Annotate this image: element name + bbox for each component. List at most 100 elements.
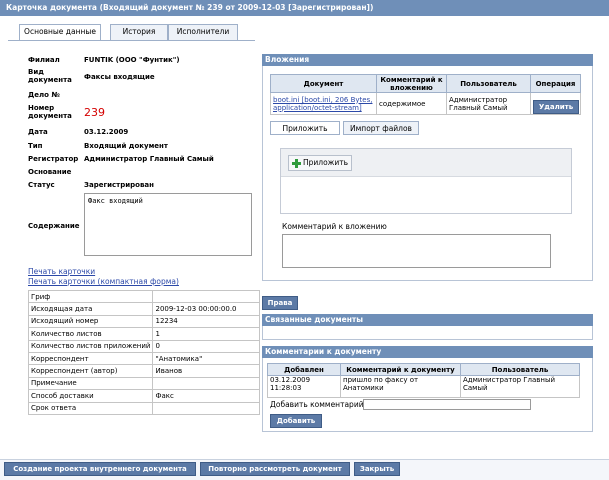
add-comment-button[interactable]: Добавить [270,414,322,428]
print-card-compact-link[interactable]: Печать карточки (компактная форма) [28,277,179,286]
comment-date-line1: 03.12.2009 [270,376,311,384]
branch-label: Филиал [28,56,60,64]
close-button[interactable]: Закрыть [354,462,400,476]
doctype-label-line1: Вид [28,68,44,76]
comment-text: пришло по факсу от Анатомики [340,375,461,398]
attachment-file-cell[interactable]: boot.ini [boot.ini, 206 Bytes, applicatio… [270,92,377,115]
prop-key: Примечание [27,376,154,391]
basis-label: Основание [28,168,72,176]
table-row: Исходящий номер 12234 [27,314,260,329]
properties-table: Гриф Исходящая дата 2009-12-03 00:00:00.0… [27,289,260,415]
prop-key: Гриф [27,289,154,304]
comments-table: Добавлен Комментарий к документу Пользов… [267,363,580,398]
content-label: Содержание [28,222,80,230]
col-attach-comment: Комментарий к вложению [376,74,447,93]
table-row: Гриф [27,289,260,304]
content-textarea[interactable] [84,193,252,256]
tab-divider [8,40,255,41]
comment-text-line2: Анатомики [343,384,384,392]
attachment-user: Администратор Главный Самый [446,92,531,115]
prop-value: Иванов [152,364,260,378]
prop-value: 12234 [152,314,260,329]
comment-date-line2: 11:28:03 [270,384,302,392]
attachment-comment-textarea[interactable] [282,234,551,268]
date-value: 03.12.2009 [84,128,129,136]
case-label: Дело № [28,91,60,99]
attachment-user-line2: Главный Самый [449,103,508,112]
table-row: Количество листов 1 [27,327,260,341]
prop-key: Корреспондент (автор) [27,364,154,378]
attachment-comment-label: Комментарий к вложению [282,222,387,231]
prop-value: 1 [152,327,260,341]
col-attach-comment-line2: вложению [390,83,433,92]
prop-key: Способ доставки [27,389,154,403]
attachment-comment: содержимое [376,92,447,115]
table-row: Количество листов приложений 0 [27,339,260,353]
comment-date: 03.12.2009 11:28:03 [267,375,341,398]
table-row: Способ доставки Факс [27,389,260,403]
tab-attach[interactable]: Приложить [270,121,340,135]
prop-key: Количество листов [27,327,154,341]
col-added: Добавлен [267,363,341,376]
type-value: Входящий документ [84,142,168,150]
add-comment-label: Добавить комментарий [270,400,364,409]
docnum-value: 239 [84,106,105,119]
prop-key: Корреспондент [27,351,154,366]
tab-history[interactable]: История [110,24,168,40]
add-comment-input[interactable] [363,399,531,410]
prop-key: Количество листов приложений [27,339,154,353]
doctype-value: Факсы входящие [84,73,155,81]
table-row: Исходящая дата 2009-12-03 00:00:00.0 [27,302,260,316]
table-row: Корреспондент "Анатомика" [27,351,260,366]
prop-key: Исходящий номер [27,314,154,329]
prop-value [152,401,260,415]
comment-text-line1: пришло по факсу от [343,376,419,384]
col-doc-comment: Комментарий к документу [340,363,461,376]
registrar-label: Регистратор [28,155,79,163]
tab-import-files[interactable]: Импорт файлов [343,121,419,135]
attachment-user-line1: Администратор [449,95,508,104]
attachment-link-line2[interactable]: application/octet-stream] [273,104,362,112]
create-internal-doc-button[interactable]: Создание проекта внутреннего документа [4,462,196,476]
attach-file-label: Приложить [303,158,349,167]
table-row: Примечание [27,376,260,391]
prop-value [152,289,260,304]
table-row: Срок ответа [27,401,260,415]
prop-value: 2009-12-03 00:00:00.0 [152,302,260,316]
comment-user: Администратор Главный Самый [460,375,580,398]
review-again-button[interactable]: Повторно рассмотреть документ [200,462,350,476]
rights-button[interactable]: Права [262,296,298,310]
comment-user-line1: Администратор Главный [463,376,556,384]
col-user: Пользователь [446,74,531,93]
doctype-label-line2: документа [28,76,72,84]
prop-value: "Анатомика" [152,351,260,366]
attach-file-button[interactable]: Приложить [288,155,352,171]
window-title: Карточка документа (Входящий документ № … [0,0,609,16]
delete-attachment-button[interactable]: Удалить [533,100,579,114]
print-card-link[interactable]: Печать карточки [28,267,95,276]
type-label: Тип [28,142,43,150]
tab-executors[interactable]: Исполнители [168,24,238,40]
attachments-header: Вложения [262,54,593,66]
prop-key: Исходящая дата [27,302,154,316]
tab-main-data[interactable]: Основные данные [19,24,101,41]
table-header-row: Документ Комментарий к вложению Пользоват… [270,74,581,93]
col-operation: Операция [530,74,581,93]
table-row: Корреспондент (автор) Иванов [27,364,260,378]
linked-docs-header: Связанные документы [262,314,593,326]
status-label: Статус [28,181,55,189]
status-value: Зарегистрирован [84,181,154,189]
col-document: Документ [270,74,377,93]
registrar-value: Администратор Главный Самый [84,155,214,163]
prop-key: Срок ответа [27,401,154,415]
plus-icon [292,159,301,168]
attachment-link-line1[interactable]: boot.ini [boot.ini, 206 Bytes, [273,96,372,104]
prop-value [152,376,260,391]
col-attach-comment-line1: Комментарий к [380,75,443,84]
table-row: 03.12.2009 11:28:03 пришло по факсу от Ана… [267,375,580,398]
prop-value: Факс [152,389,260,403]
col-comment-user: Пользователь [460,363,580,376]
branch-value: FUNTIK (ООО "Фунтик") [84,56,180,64]
comments-header: Комментарии к документу [262,346,593,358]
docnum-label-line1: Номер [28,104,55,112]
